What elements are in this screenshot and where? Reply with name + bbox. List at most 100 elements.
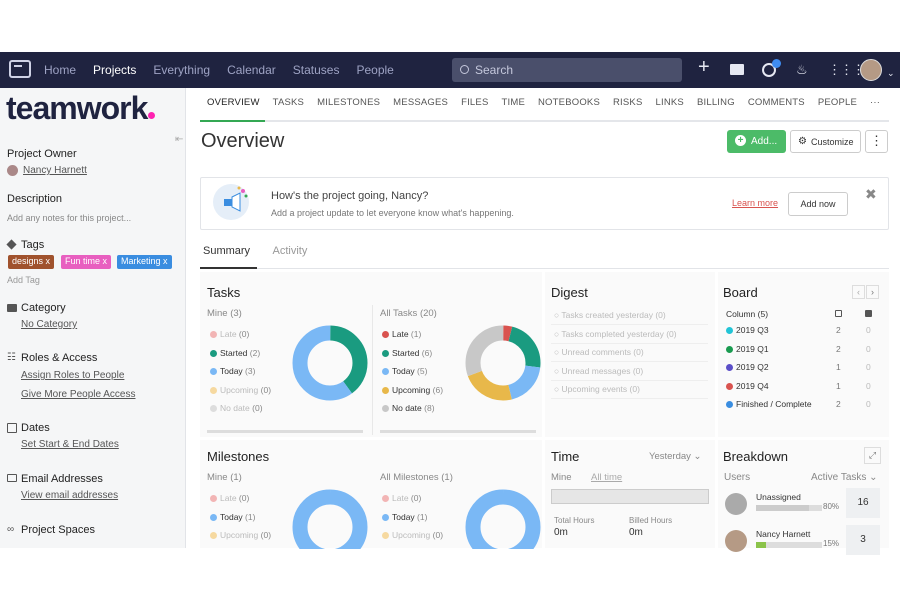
add-button[interactable]: Add... bbox=[727, 130, 786, 153]
tasks-all-donut[interactable] bbox=[465, 325, 541, 401]
tasks-mine-item[interactable]: Late (0) bbox=[210, 329, 249, 339]
digest-item[interactable]: ○ Tasks completed yesterday (0) bbox=[554, 329, 677, 339]
tab-milestones[interactable]: MILESTONES bbox=[317, 97, 380, 113]
assign-roles-link[interactable]: Assign Roles to People bbox=[21, 370, 124, 381]
tasks-mine-donut[interactable] bbox=[292, 325, 368, 401]
tasks-all-item[interactable]: Late (1) bbox=[382, 329, 421, 339]
board-count-done: 0 bbox=[866, 399, 871, 409]
time-period-select[interactable]: Yesterday ⌄ bbox=[649, 451, 702, 462]
no-category-link[interactable]: No Category bbox=[21, 319, 77, 330]
milestones-mine-item[interactable]: Today (1) bbox=[210, 512, 255, 522]
tab-tasks[interactable]: TASKS bbox=[273, 97, 304, 113]
tasks-all-item[interactable]: Upcoming (6) bbox=[382, 385, 443, 395]
digest-item[interactable]: ○ Tasks created yesterday (0) bbox=[554, 310, 666, 320]
tasks-all-item[interactable]: No date (8) bbox=[382, 403, 435, 413]
board-row[interactable]: 2019 Q3 bbox=[726, 325, 769, 335]
time-mine-tab[interactable]: Mine bbox=[551, 472, 572, 483]
milestones-all-item[interactable]: Late (0) bbox=[382, 493, 421, 503]
owner-name-link[interactable]: Nancy Harnett bbox=[23, 165, 87, 176]
tab-activity[interactable]: Activity bbox=[273, 245, 308, 257]
board-row[interactable]: 2019 Q2 bbox=[726, 362, 769, 372]
expand-icon[interactable]: ⤢ bbox=[864, 447, 881, 464]
board-row[interactable]: Finished / Complete bbox=[726, 399, 812, 409]
tab-notebooks[interactable]: NOTEBOOKS bbox=[538, 97, 600, 113]
breakdown-title: Breakdown bbox=[723, 449, 789, 464]
projects-folder-icon[interactable] bbox=[9, 60, 31, 78]
dates-label: Dates bbox=[21, 422, 50, 434]
add-now-button[interactable]: Add now bbox=[788, 192, 848, 216]
milestones-all-donut[interactable] bbox=[465, 489, 541, 549]
apps-grid-icon[interactable]: ⋮⋮⋮ bbox=[828, 62, 865, 78]
nav-people[interactable]: People bbox=[356, 63, 393, 77]
nav-everything[interactable]: Everything bbox=[153, 63, 210, 77]
user-avatar[interactable] bbox=[860, 59, 882, 81]
give-access-link[interactable]: Give More People Access bbox=[21, 389, 136, 400]
active-tasks-select[interactable]: Active Tasks ⌄ bbox=[811, 472, 878, 483]
donut-segment-today[interactable] bbox=[292, 489, 368, 549]
board-count-open: 2 bbox=[836, 343, 841, 354]
tab-files[interactable]: FILES bbox=[461, 97, 488, 113]
tag-designs[interactable]: designs x bbox=[8, 255, 55, 269]
tasks-mine-item[interactable]: Upcoming (0) bbox=[210, 385, 271, 395]
digest-item[interactable]: ○ Unread messages (0) bbox=[554, 366, 643, 376]
tab-summary[interactable]: Summary bbox=[203, 245, 250, 257]
tab-more[interactable]: ··· bbox=[870, 97, 880, 113]
board-row[interactable]: 2019 Q1 bbox=[726, 344, 769, 354]
breakdown-task-count[interactable]: 16 bbox=[846, 488, 880, 518]
milestones-all-item[interactable]: Upcoming (0) bbox=[382, 530, 443, 540]
tasks-mine-label: Mine (3) bbox=[207, 308, 242, 319]
chevron-down-icon[interactable]: ⌄ bbox=[887, 65, 895, 81]
tab-links[interactable]: LINKS bbox=[656, 97, 684, 113]
nav-projects[interactable]: Projects bbox=[93, 63, 136, 77]
donut-segment-today[interactable] bbox=[465, 489, 541, 549]
tab-risks[interactable]: RISKS bbox=[613, 97, 643, 113]
set-dates-link[interactable]: Set Start & End Dates bbox=[21, 439, 119, 450]
tab-overview[interactable]: OVERVIEW bbox=[207, 97, 260, 113]
status-dot-icon bbox=[382, 331, 389, 338]
customize-button[interactable]: ⚙ Customize bbox=[790, 130, 861, 153]
time-all-time-tab[interactable]: All time bbox=[591, 472, 622, 483]
digest-item[interactable]: ○ Upcoming events (0) bbox=[554, 384, 640, 394]
tasks-all-bar bbox=[380, 430, 536, 433]
board-prev-icon[interactable]: ‹ bbox=[852, 285, 865, 299]
tag-fun-time[interactable]: Fun time x bbox=[61, 255, 112, 269]
learn-more-link[interactable]: Learn more bbox=[732, 198, 778, 208]
nav-home[interactable]: Home bbox=[44, 63, 76, 77]
bell-icon[interactable]: ♨ bbox=[796, 62, 808, 78]
view-email-link[interactable]: View email addresses bbox=[21, 490, 118, 501]
milestones-all-item[interactable]: Today (1) bbox=[382, 512, 427, 522]
search-input[interactable]: Search bbox=[452, 58, 682, 82]
tab-time[interactable]: TIME bbox=[502, 97, 526, 113]
tasks-mine-item[interactable]: Started (2) bbox=[210, 348, 260, 358]
digest-divider bbox=[551, 342, 708, 344]
milestones-mine-donut[interactable] bbox=[292, 489, 368, 549]
milestones-mine-item[interactable]: Late (0) bbox=[210, 493, 249, 503]
board-row[interactable]: 2019 Q4 bbox=[726, 381, 769, 391]
plus-icon[interactable]: + bbox=[698, 57, 710, 77]
tasks-all-label: All Tasks (20) bbox=[380, 308, 437, 319]
digest-item[interactable]: ○ Unread comments (0) bbox=[554, 347, 644, 357]
add-tag-link[interactable]: Add Tag bbox=[7, 275, 40, 285]
email-label: Email Addresses bbox=[21, 473, 103, 485]
tab-billing[interactable]: BILLING bbox=[697, 97, 735, 113]
milestones-mine-item[interactable]: Upcoming (0) bbox=[210, 530, 271, 540]
close-icon[interactable]: ✖ bbox=[865, 186, 877, 203]
nav-calendar[interactable]: Calendar bbox=[227, 63, 276, 77]
nav-statuses[interactable]: Statuses bbox=[293, 63, 340, 77]
digest-divider bbox=[551, 361, 708, 362]
tab-people[interactable]: PEOPLE bbox=[818, 97, 857, 113]
tab-messages[interactable]: MESSAGES bbox=[393, 97, 448, 113]
more-options-button[interactable]: ⋮ bbox=[865, 130, 888, 153]
tasks-mine-item[interactable]: Today (3) bbox=[210, 366, 255, 376]
tasks-all-item[interactable]: Today (5) bbox=[382, 366, 427, 376]
collapse-sidebar-icon[interactable]: ⇤ bbox=[175, 134, 183, 145]
status-dot-icon bbox=[382, 405, 389, 412]
breakdown-task-count[interactable]: 3 bbox=[846, 525, 880, 555]
tasks-all-item[interactable]: Started (6) bbox=[382, 348, 432, 358]
board-next-icon[interactable]: › bbox=[866, 285, 879, 299]
description-placeholder[interactable]: Add any notes for this project... bbox=[7, 213, 131, 223]
tasks-mine-item[interactable]: No date (0) bbox=[210, 403, 263, 413]
tag-marketing[interactable]: Marketing x bbox=[117, 255, 172, 269]
tab-comments[interactable]: COMMENTS bbox=[748, 97, 805, 113]
folder-icon[interactable] bbox=[730, 64, 744, 75]
